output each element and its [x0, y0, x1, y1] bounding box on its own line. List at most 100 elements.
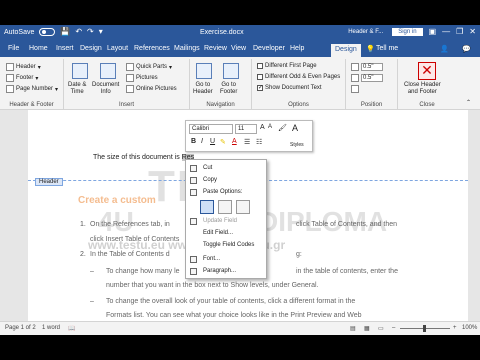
tab-file[interactable]: File: [8, 45, 19, 52]
close-header-footer-button[interactable]: Close Header and Footer: [404, 82, 441, 96]
format-painter-icon[interactable]: 🖌: [278, 124, 287, 132]
header-button[interactable]: Header ▾: [6, 63, 41, 71]
alignment-tab-button[interactable]: [351, 85, 359, 93]
different-odd-even-option[interactable]: Different Odd & Even Pages: [257, 74, 340, 80]
header-position-icon: [351, 63, 359, 71]
quick-parts-button[interactable]: Quick Parts ▾: [126, 63, 172, 71]
tab-design[interactable]: Design: [80, 45, 102, 52]
autosave-toggle[interactable]: [39, 28, 56, 36]
styles-label[interactable]: Styles: [290, 142, 304, 148]
menu-edit-field[interactable]: Edit Field...: [186, 228, 268, 239]
menu-toggle-field-codes[interactable]: Toggle Field Codes: [186, 240, 268, 251]
redo-icon[interactable]: ↷: [87, 28, 94, 36]
go-to-header-button[interactable]: Go to Header: [193, 82, 213, 96]
tab-review[interactable]: Review: [204, 45, 227, 52]
shrink-font-icon[interactable]: A: [268, 124, 272, 130]
go-to-header-icon[interactable]: [196, 63, 212, 79]
header-position-input[interactable]: 0.5": [361, 63, 383, 71]
footer-position-icon: [351, 74, 359, 82]
grow-font-icon[interactable]: A: [260, 124, 265, 131]
tab-help[interactable]: Help: [290, 45, 304, 52]
date-time-button[interactable]: Date & Time: [68, 82, 86, 96]
zoom-level[interactable]: 100%: [462, 325, 477, 331]
header-text-line: The size of this document is Res: [93, 154, 195, 161]
highlight-icon[interactable]: ✎: [220, 138, 226, 146]
tab-developer[interactable]: Developer: [253, 45, 285, 52]
group-label-options: Options: [288, 102, 309, 108]
underline-icon[interactable]: U: [210, 138, 215, 145]
italic-icon[interactable]: I: [201, 138, 203, 145]
print-layout-icon[interactable]: ▦: [364, 325, 370, 332]
group-header-footer: Header ▾ Footer ▾ Page Number ▾ Header & Fo…: [0, 59, 64, 109]
paste-keep-source-button[interactable]: [200, 200, 214, 214]
calendar-icon[interactable]: [72, 63, 88, 79]
menu-cut[interactable]: Cut: [186, 163, 268, 174]
menu-update-field[interactable]: Update Field: [186, 216, 268, 227]
ribbon-display-icon[interactable]: ▣: [429, 27, 437, 36]
bullets-icon[interactable]: ☰: [244, 138, 250, 146]
zoom-in-icon[interactable]: +: [453, 325, 457, 331]
tab-view[interactable]: View: [231, 45, 246, 52]
tab-layout[interactable]: Layout: [107, 45, 128, 52]
page-count[interactable]: Page 1 of 2: [5, 325, 36, 331]
numbering-icon[interactable]: ☷: [256, 138, 262, 146]
different-odd-even-checkbox[interactable]: [257, 74, 263, 80]
online-pictures-button[interactable]: Online Pictures: [126, 85, 177, 93]
bold-icon[interactable]: B: [191, 138, 196, 145]
menu-copy[interactable]: Copy: [186, 175, 268, 186]
different-first-page-checkbox[interactable]: [257, 63, 263, 69]
proofing-icon[interactable]: 📖: [68, 325, 75, 332]
header-tag[interactable]: Header: [35, 178, 63, 186]
show-document-text-checkbox[interactable]: [257, 84, 263, 91]
font-color-icon[interactable]: A: [232, 138, 237, 145]
page-number-button[interactable]: Page Number ▾: [6, 85, 58, 93]
header-position[interactable]: 0.5": [351, 63, 383, 71]
document-info-button[interactable]: Document Info: [92, 82, 119, 96]
footer-position[interactable]: 0.5": [351, 74, 383, 82]
restore-button[interactable]: ❐: [456, 27, 463, 36]
close-header-footer-icon[interactable]: ✕: [418, 62, 436, 80]
comments-icon[interactable]: 💬: [462, 45, 471, 53]
minimize-button[interactable]: —: [442, 27, 450, 36]
font-name-select[interactable]: Calibri: [189, 124, 233, 134]
close-button[interactable]: ✕: [469, 27, 476, 36]
undo-icon[interactable]: ↶: [75, 28, 82, 36]
autosave-label: AutoSave: [4, 28, 35, 36]
tab-mailings[interactable]: Mailings: [174, 45, 200, 52]
group-close: ✕ Close Header and Footer Close: [398, 59, 456, 109]
footer-position-input[interactable]: 0.5": [361, 74, 383, 82]
font-size-select[interactable]: 11: [235, 124, 257, 134]
read-mode-icon[interactable]: ▤: [350, 325, 356, 332]
menu-font[interactable]: Font...: [186, 254, 268, 265]
zoom-slider-thumb[interactable]: [423, 325, 426, 332]
paste-text-only-button[interactable]: [236, 200, 250, 214]
menu-paragraph[interactable]: Paragraph...: [186, 266, 268, 277]
show-document-text-option[interactable]: Show Document Text: [257, 84, 322, 91]
tab-home[interactable]: Home: [29, 45, 48, 52]
tab-references[interactable]: References: [134, 45, 170, 52]
footer-button[interactable]: Footer ▾: [6, 74, 38, 82]
web-layout-icon[interactable]: ▭: [378, 325, 384, 332]
go-to-footer-button[interactable]: Go to Footer: [220, 82, 237, 96]
paste-merge-button[interactable]: [218, 200, 232, 214]
tab-insert[interactable]: Insert: [56, 45, 74, 52]
tab-hf-design[interactable]: Design: [331, 44, 361, 57]
different-first-page-option[interactable]: Different First Page: [257, 63, 317, 69]
zoom-out-icon[interactable]: –: [392, 325, 395, 331]
bullet-2: –: [90, 298, 94, 305]
group-position: 0.5" 0.5" Position: [346, 59, 398, 109]
collapse-ribbon-icon[interactable]: ⌃: [466, 99, 471, 106]
tell-me-input[interactable]: Tell me: [376, 45, 398, 52]
share-icon[interactable]: 👤: [440, 45, 449, 53]
list-item-2b: g:: [296, 251, 302, 258]
word-count[interactable]: 1 word: [42, 325, 60, 331]
document-info-icon[interactable]: [100, 63, 116, 79]
customize-qat-icon[interactable]: ▾: [99, 28, 103, 36]
save-icon[interactable]: 💾: [60, 28, 70, 36]
pictures-button[interactable]: Pictures: [126, 74, 158, 82]
sign-in-button[interactable]: Sign in: [392, 27, 423, 36]
go-to-footer-icon[interactable]: [223, 63, 239, 79]
styles-icon[interactable]: A: [292, 123, 298, 133]
list-item-3a: To change how many le: [106, 268, 180, 275]
scissors-icon: [190, 165, 197, 172]
